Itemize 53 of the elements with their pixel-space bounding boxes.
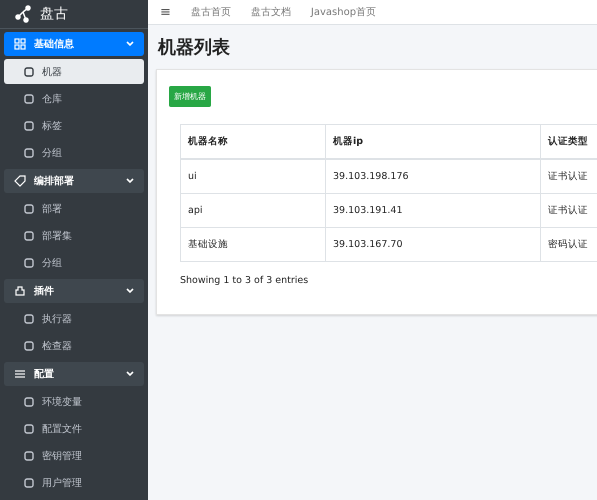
menu-group[interactable]: 基础信息 <box>4 32 144 56</box>
square-icon <box>24 258 34 268</box>
menu-item[interactable]: 分组 <box>4 250 144 275</box>
menu-item[interactable]: 环境变量 <box>4 389 144 414</box>
chevron-icon <box>126 177 134 185</box>
entries-info: Showing 1 to 3 of 3 entries <box>180 275 310 286</box>
brand-name: 盘古 <box>40 5 68 23</box>
square-icon <box>24 66 34 76</box>
column-header: 认证类型 <box>540 124 597 159</box>
chevron-icon <box>126 370 134 378</box>
square-icon <box>24 204 34 214</box>
table-cell: 基础设施 <box>180 228 326 262</box>
page-title: 机器列表 <box>156 36 231 60</box>
table-cell: ui <box>180 159 326 194</box>
menu-item[interactable]: 部署集 <box>4 223 144 248</box>
menu-item[interactable]: 分组 <box>4 140 144 165</box>
square-icon <box>24 450 34 460</box>
nodes-icon <box>14 5 32 23</box>
nav-link[interactable]: 盘古文档 <box>250 5 291 19</box>
table-cell: 39.103.191.41 <box>326 194 540 228</box>
menu-item[interactable]: 配置文件 <box>4 416 144 441</box>
menu-group[interactable]: 配置 <box>4 362 144 386</box>
menu-item[interactable]: 用户管理 <box>4 470 144 495</box>
column-header: 机器ip <box>326 124 540 159</box>
square-icon <box>24 340 34 350</box>
table-cell: 39.103.167.70 <box>326 228 540 262</box>
square-icon <box>24 424 34 434</box>
menu-icon[interactable]: ≡ <box>160 4 171 20</box>
menu-item[interactable]: 部署 <box>4 196 144 221</box>
nav-link[interactable]: Javashop首页 <box>310 5 376 19</box>
square-icon <box>24 478 34 488</box>
chevron-icon <box>126 40 134 48</box>
menu-group[interactable]: 插件 <box>4 279 144 303</box>
grid-icon <box>14 38 26 50</box>
column-header: 机器名称 <box>180 124 326 159</box>
square-icon <box>24 314 34 324</box>
table-cell: api <box>180 194 326 228</box>
chevron-icon <box>126 287 134 295</box>
table-cell: 39.103.198.176 <box>326 159 540 194</box>
menu-item[interactable]: 密钥管理 <box>4 443 144 468</box>
square-icon <box>24 120 34 130</box>
menu-item[interactable]: 执行器 <box>4 306 144 331</box>
square-icon <box>24 230 34 240</box>
square-icon <box>24 396 34 406</box>
tag-icon <box>14 175 26 187</box>
menu-item[interactable]: 检查器 <box>4 333 144 358</box>
menu-group[interactable]: 编排部署 <box>4 169 144 193</box>
nav-link[interactable]: 盘古首页 <box>190 5 231 19</box>
menu-item[interactable]: 标签 <box>4 113 144 138</box>
square-icon <box>24 94 34 104</box>
menu-item[interactable]: 仓库 <box>4 86 144 111</box>
menu-item[interactable]: 机器 <box>4 59 144 84</box>
square-icon <box>24 148 34 158</box>
